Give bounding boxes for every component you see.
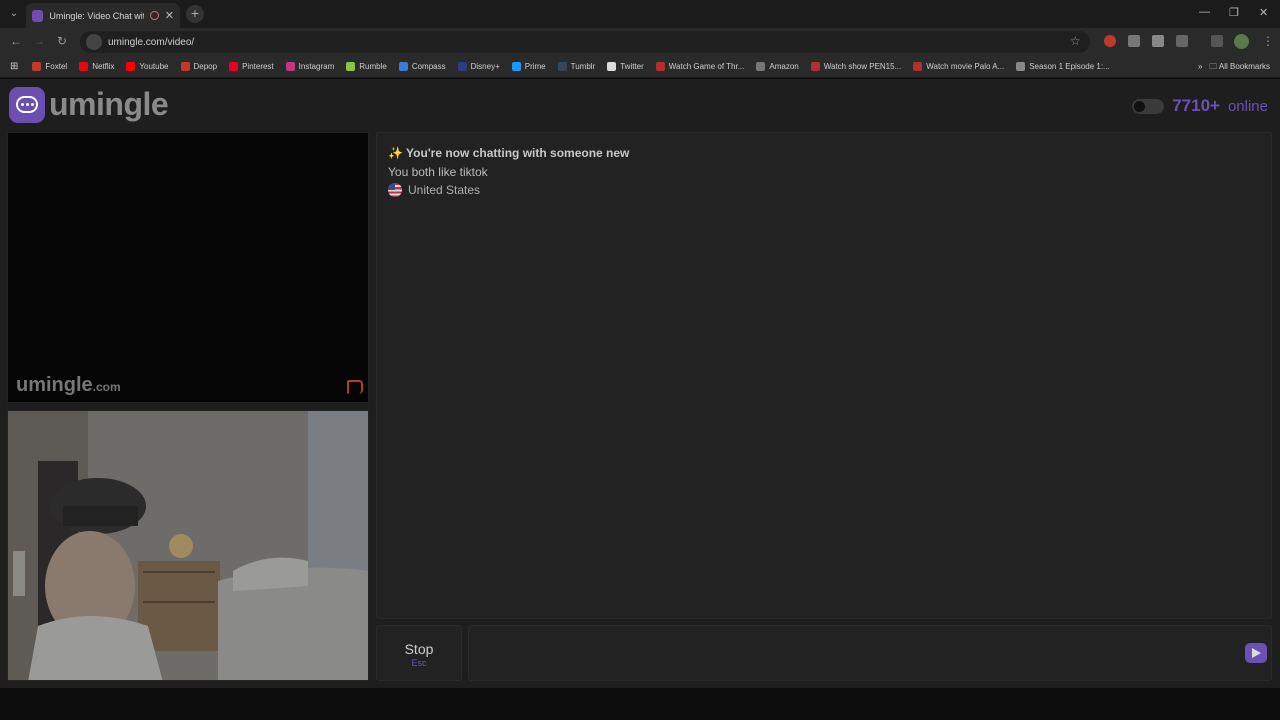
- site-info-icon[interactable]: [86, 34, 102, 50]
- bookmark-favicon-icon: [285, 62, 295, 71]
- bottom-bar: [0, 688, 1280, 720]
- browser-tab[interactable]: Umingle: Video Chat with S ✕: [26, 3, 180, 28]
- video-watermark: umingle.com: [16, 374, 121, 396]
- bookmark-item[interactable]: Amazon: [756, 62, 799, 71]
- bookmark-item[interactable]: Pinterest: [229, 62, 274, 71]
- bookmark-item[interactable]: Netflix: [79, 62, 114, 71]
- bookmark-favicon-icon: [346, 62, 356, 71]
- tab-title: Umingle: Video Chat with S: [49, 10, 144, 21]
- media-controls-icon[interactable]: [1211, 35, 1223, 47]
- bookmark-item[interactable]: Tumblr: [557, 62, 595, 71]
- browser-toolbar: ← → ↻ umingle.com/video/ ☆ ⋮: [0, 28, 1280, 56]
- bookmark-item[interactable]: Watch Game of Thr...: [655, 62, 744, 71]
- bookmark-item[interactable]: Rumble: [346, 62, 387, 71]
- bookmark-favicon-icon: [79, 62, 89, 71]
- location-message: United States: [388, 183, 480, 197]
- bookmark-favicon-icon: [607, 62, 617, 71]
- bookmark-item[interactable]: Instagram: [285, 62, 334, 71]
- bookmark-item[interactable]: Youtube: [126, 62, 169, 71]
- bookmarks-bar: ⊞ Foxtel Netflix Youtube Depop Pinterest…: [0, 56, 1280, 78]
- bookmark-favicon-icon: [180, 62, 190, 71]
- stop-label: Stop: [404, 641, 434, 657]
- online-counter: 7710+ online: [1132, 96, 1268, 116]
- restore-icon[interactable]: ❐: [1229, 6, 1239, 19]
- theme-toggle[interactable]: [1132, 98, 1165, 114]
- chat-bubble-icon: [9, 86, 45, 123]
- logo-text: umingle: [49, 86, 169, 122]
- tab-search-icon[interactable]: ⌄: [6, 6, 22, 22]
- reload-icon[interactable]: ↻: [57, 34, 67, 48]
- site-favicon-icon: [32, 9, 44, 22]
- bookmark-favicon-icon: [457, 62, 467, 71]
- bookmark-favicon-icon: [229, 62, 239, 71]
- extension-square-icon[interactable]: [1152, 35, 1164, 47]
- close-window-icon[interactable]: ✕: [1259, 6, 1268, 19]
- bookmark-item[interactable]: Season 1 Episode 1:...: [1016, 62, 1110, 71]
- bookmark-item[interactable]: Watch show PEN15...: [810, 62, 901, 71]
- bookmark-item[interactable]: Foxtel: [32, 62, 67, 71]
- all-bookmarks-button[interactable]: » 🗀 All Bookmarks: [1198, 61, 1270, 75]
- bookmark-favicon-icon: [756, 62, 766, 71]
- location-text: United States: [408, 183, 481, 197]
- site-logo[interactable]: umingle: [9, 86, 169, 123]
- apps-grid-icon[interactable]: ⊞: [10, 61, 18, 72]
- send-button[interactable]: [1245, 643, 1267, 663]
- common-interest-message: You both like tiktok: [388, 165, 488, 179]
- us-flag-icon: [388, 183, 402, 197]
- online-count: 7710+: [1172, 96, 1220, 115]
- bookmark-favicon-icon: [398, 62, 408, 71]
- stop-shortcut: Esc: [411, 658, 427, 668]
- bookmark-item[interactable]: Twitter: [607, 62, 644, 71]
- chat-log: ✨ You're now chatting with someone new Y…: [376, 132, 1272, 619]
- browser-menu-icon[interactable]: ⋮: [1262, 34, 1274, 48]
- bookmark-favicon-icon: [511, 62, 521, 71]
- stop-button[interactable]: Stop Esc: [376, 625, 462, 681]
- new-tab-button[interactable]: +: [186, 5, 204, 23]
- send-arrow-icon: [1251, 648, 1261, 658]
- bookmark-favicon-icon: [126, 62, 136, 71]
- forward-icon[interactable]: →: [33, 34, 45, 48]
- system-message-connected: ✨ You're now chatting with someone new: [388, 146, 630, 160]
- webcam-feed-image: [8, 411, 368, 680]
- online-label: online: [1227, 97, 1268, 115]
- bookmark-favicon-icon: [655, 62, 665, 71]
- bookmark-star-icon[interactable]: ☆: [1070, 34, 1081, 48]
- report-flag-icon[interactable]: [347, 380, 363, 394]
- extension-game-icon[interactable]: [1128, 35, 1140, 47]
- bookmark-item[interactable]: Depop: [180, 62, 217, 71]
- bookmark-item[interactable]: Prime: [511, 62, 546, 71]
- extensions-puzzle-icon[interactable]: [1176, 35, 1188, 47]
- minimize-icon[interactable]: —: [1199, 6, 1210, 18]
- extension-red-icon[interactable]: [1104, 35, 1116, 47]
- bookmark-item[interactable]: Watch movie Palo A...: [913, 62, 1004, 71]
- browser-tab-strip: ⌄ Umingle: Video Chat with S ✕ + — ❐ ✕: [0, 0, 1280, 28]
- recording-icon: [150, 11, 159, 20]
- page-content: umingle 7710+ online umingle.com ✨ You'r…: [0, 79, 1280, 688]
- bookmark-favicon-icon: [1016, 62, 1026, 71]
- bookmark-favicon-icon: [32, 62, 42, 71]
- bookmark-favicon-icon: [557, 62, 567, 71]
- back-icon[interactable]: ←: [10, 34, 22, 48]
- profile-avatar[interactable]: [1234, 34, 1249, 49]
- bookmark-item[interactable]: Disney+: [457, 62, 500, 71]
- bookmark-item[interactable]: Compass: [398, 62, 446, 71]
- bookmark-favicon-icon: [810, 62, 820, 71]
- url-text: umingle.com/video/: [108, 36, 195, 48]
- stranger-video: umingle.com: [7, 132, 369, 403]
- address-bar[interactable]: umingle.com/video/: [80, 31, 1090, 53]
- bookmark-favicon-icon: [913, 62, 923, 71]
- self-video: [7, 410, 369, 681]
- message-input[interactable]: [468, 625, 1272, 681]
- close-tab-icon[interactable]: ✕: [165, 9, 174, 22]
